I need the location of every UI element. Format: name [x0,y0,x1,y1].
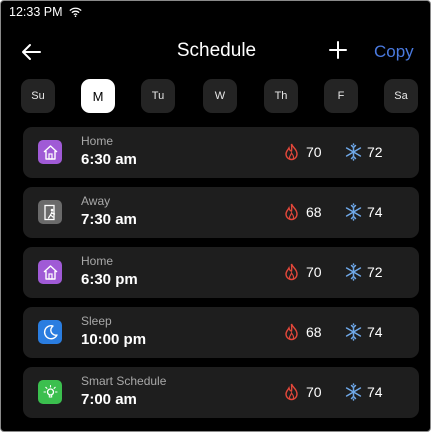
cool-setpoint: 72 [367,264,383,280]
cool-setpoint: 74 [367,324,383,340]
heat-setpoint: 68 [306,324,322,340]
day-tab-th[interactable]: Th [264,79,298,113]
cool-setpoint: 74 [367,204,383,220]
snowflake-icon [345,143,362,161]
snowflake-icon [345,383,362,401]
header: Schedule Copy [1,37,430,67]
day-tab-su[interactable]: Su [21,79,55,113]
status-time: 12:33 PM [9,5,63,19]
flame-icon [285,323,298,341]
day-label: Tu [151,90,165,102]
day-tab-w[interactable]: W [203,79,237,113]
status-bar: 12:33 PM [9,4,82,20]
schedule-item-sleep[interactable]: Sleep 10:00 pm 68 74 [23,307,419,358]
schedule-item-home-morning[interactable]: Home 6:30 am 70 72 [23,127,419,178]
home-icon [38,260,62,284]
day-label: Sa [394,90,408,102]
day-label: Su [31,90,45,102]
schedule-mode: Home [81,134,114,148]
heat-setpoint: 70 [306,264,322,280]
thermostat-app-screen: 12:33 PM Schedule Copy Su M Tu W Th F Sa [0,0,431,432]
plus-icon[interactable] [328,40,348,60]
day-tab-sa[interactable]: Sa [384,79,418,113]
snowflake-icon [345,263,362,281]
day-tab-f[interactable]: F [324,79,358,113]
schedule-mode: Away [81,194,111,208]
schedule-mode: Smart Schedule [81,374,167,388]
heat-setpoint: 68 [306,204,322,220]
flame-icon [285,143,298,161]
schedule-time: 6:30 pm [81,271,138,288]
schedule-time: 6:30 am [81,151,137,168]
copy-button[interactable]: Copy [374,42,414,62]
day-selector: Su M Tu W Th F Sa [1,79,430,113]
schedule-time: 7:30 am [81,211,137,228]
heat-setpoint: 70 [306,384,322,400]
page-title: Schedule [176,40,257,61]
schedule-time: 7:00 am [81,391,137,408]
day-label: W [214,90,226,102]
schedule-item-smart-schedule[interactable]: Smart Schedule 7:00 am 70 74 [23,367,419,418]
wifi-icon [68,7,82,17]
day-label: Th [274,90,288,102]
day-label: M [92,88,104,104]
day-tab-tu[interactable]: Tu [141,79,175,113]
heat-setpoint: 70 [306,144,322,160]
day-tab-m[interactable]: M [81,79,115,113]
schedule-mode: Home [81,254,114,268]
schedule-mode: Sleep [81,314,112,328]
flame-icon [285,263,298,281]
home-icon [38,140,62,164]
day-label: F [337,90,345,102]
snowflake-icon [345,323,362,341]
schedule-item-away[interactable]: Away 7:30 am 68 74 [23,187,419,238]
schedule-time: 10:00 pm [81,331,147,348]
flame-icon [285,383,298,401]
snowflake-icon [345,203,362,221]
flame-icon [285,203,298,221]
away-icon [38,200,62,224]
cool-setpoint: 74 [367,384,383,400]
schedule-item-home-evening[interactable]: Home 6:30 pm 70 72 [23,247,419,298]
bulb-icon [38,380,62,404]
cool-setpoint: 72 [367,144,383,160]
moon-icon [38,320,62,344]
